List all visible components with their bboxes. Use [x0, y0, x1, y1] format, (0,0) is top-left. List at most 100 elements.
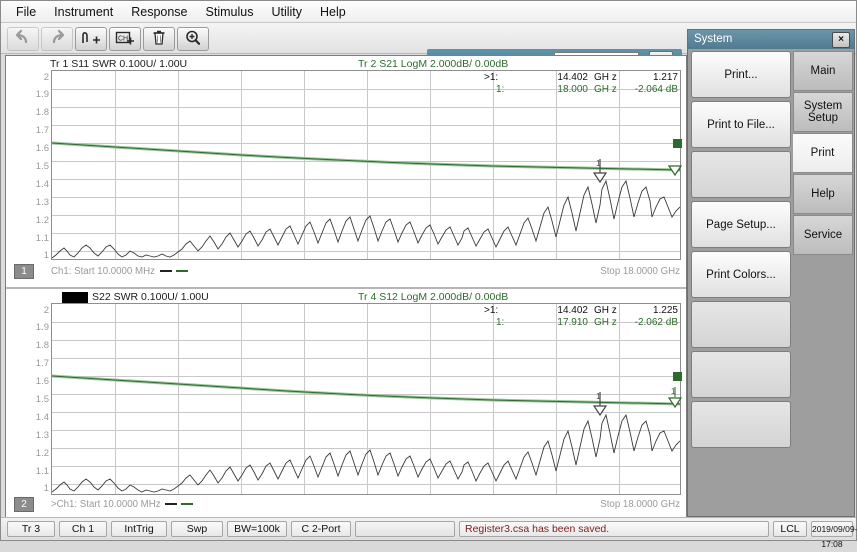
menu-response[interactable]: Response: [122, 3, 196, 21]
trace4-title[interactable]: Tr 4 S12 LogM 2.000dB/ 0.00dB: [358, 291, 508, 303]
add-channel-icon: CH: [110, 29, 140, 47]
softkey-3[interactable]: [691, 151, 791, 198]
channel-badge-upper[interactable]: 1: [14, 264, 34, 279]
menu-help[interactable]: Help: [311, 3, 355, 21]
redo-button[interactable]: [41, 27, 73, 51]
trace-curves-lower: [52, 374, 680, 493]
y-label: 1.3: [35, 430, 49, 441]
magnifier-plus-icon: [178, 29, 208, 47]
svg-text:1: 1: [596, 159, 601, 168]
delete-button[interactable]: [143, 27, 175, 51]
trace2-title[interactable]: Tr 2 S21 LogM 2.000dB/ 0.00dB: [358, 58, 508, 70]
y-label: 1.3: [35, 197, 49, 208]
status-sweep[interactable]: Swp: [171, 521, 223, 537]
status-lcl[interactable]: LCL: [773, 521, 807, 537]
menu-system-setup[interactable]: System Setup: [793, 92, 853, 132]
marker-1-pointer-green-lower[interactable]: 1: [667, 386, 683, 412]
marker-readout-2-lower: 1:: [496, 317, 505, 328]
trace4-reference-marker: [673, 372, 682, 381]
marker-1-pointer-lower[interactable]: 1: [590, 390, 610, 424]
trace2-reference-marker: [673, 139, 682, 148]
vna-application-window: File Instrument Response Stimulus Utilit…: [0, 0, 857, 549]
channel-badge-lower[interactable]: 2: [14, 497, 34, 512]
undo-icon: [8, 29, 38, 47]
trace3-legend-swatch: [165, 503, 178, 506]
y-label: 1.6: [35, 143, 49, 154]
svg-text:CH: CH: [118, 36, 128, 43]
zoom-button[interactable]: [177, 27, 209, 51]
menu-service[interactable]: Service: [793, 215, 853, 255]
status-timestamp: 2019/09/09-17:08: [811, 521, 857, 549]
add-channel-button[interactable]: CH: [109, 27, 141, 51]
system-panel-title: System: [694, 33, 733, 45]
marker-readout-1-upper: >1:: [484, 72, 499, 83]
y-label: 1.2: [35, 448, 49, 459]
y-label: 2: [43, 72, 49, 83]
menu-bar: File Instrument Response Stimulus Utilit…: [1, 1, 856, 23]
y-label: 1.9: [35, 89, 49, 100]
plot-grid-lower[interactable]: 1 1: [51, 303, 683, 495]
trace-curves-upper: [52, 141, 680, 259]
redo-icon: [42, 29, 72, 47]
add-trace-button[interactable]: [75, 27, 107, 51]
y-label: 1.2: [35, 215, 49, 226]
chart-panel-upper[interactable]: Tr 1 S11 SWR 0.100U/ 1.00U Tr 2 S21 LogM…: [6, 56, 686, 287]
page-setup-softkey[interactable]: Page Setup...: [691, 201, 791, 248]
start-label-upper: Ch1: Start 10.0000 MHz: [51, 266, 155, 277]
print-softkey[interactable]: Print...: [691, 51, 791, 98]
undo-button[interactable]: [7, 27, 39, 51]
y-label: 1.5: [35, 394, 49, 405]
trace1-title[interactable]: Tr 1 S11 SWR 0.100U/ 1.00U: [50, 58, 187, 70]
menu-help[interactable]: Help: [793, 174, 853, 214]
status-cal[interactable]: C 2-Port: [291, 521, 351, 537]
svg-text:1: 1: [671, 387, 676, 396]
trace3-selected-block: [62, 292, 88, 303]
marker-readout-1-value-lower: 1.225: [652, 305, 678, 316]
status-spacer: [355, 521, 455, 537]
print-to-file-softkey[interactable]: Print to File...: [691, 101, 791, 148]
marker-readout-2-upper: 1:: [496, 84, 505, 95]
print-colors-softkey[interactable]: Print Colors...: [691, 251, 791, 298]
marker-readout-1-lower: >1:: [484, 305, 499, 316]
softkey-8[interactable]: [691, 401, 791, 448]
marker-readout-2-freq-lower: 17.910: [557, 317, 588, 328]
trash-icon: [144, 29, 174, 47]
y-label: 1.4: [35, 179, 49, 190]
softkey-6[interactable]: [691, 301, 791, 348]
status-trace[interactable]: Tr 3: [7, 521, 55, 537]
menu-utility[interactable]: Utility: [262, 3, 311, 21]
menu-print[interactable]: Print: [793, 133, 853, 173]
y-label: 1.1: [35, 466, 49, 477]
y-label: 1.9: [35, 322, 49, 333]
menu-stimulus[interactable]: Stimulus: [197, 3, 263, 21]
menu-blank: [793, 256, 853, 296]
plot-grid-upper[interactable]: 1: [51, 70, 682, 260]
marker-readout-2-value-upper: -2.064 dB: [634, 84, 678, 95]
softkey-7[interactable]: [691, 351, 791, 398]
status-message: Register3.csa has been saved.: [459, 521, 769, 537]
chart-panel-lower[interactable]: S22 SWR 0.100U/ 1.00U Tr 4 S12 LogM 2.00…: [6, 287, 686, 516]
trace3-title[interactable]: S22 SWR 0.100U/ 1.00U: [92, 291, 209, 303]
menu-file[interactable]: File: [7, 3, 45, 21]
marker-1-pointer-green-upper[interactable]: [668, 163, 682, 177]
status-bar: Tr 3 Ch 1 IntTrig Swp BW=100k C 2-Port R…: [1, 517, 857, 549]
stop-label-lower: Stop 18.0000 GHz: [600, 499, 680, 510]
close-icon[interactable]: ×: [832, 32, 850, 48]
y-label: 1.7: [35, 125, 49, 136]
trace4-legend-swatch: [181, 503, 194, 506]
graph-area: Tr 1 S11 SWR 0.100U/ 1.00U Tr 2 S21 LogM…: [5, 55, 687, 519]
menu-main[interactable]: Main: [793, 51, 853, 91]
marker-1-pointer-upper[interactable]: 1: [590, 157, 610, 191]
status-trigger[interactable]: IntTrig: [111, 521, 167, 537]
status-channel[interactable]: Ch 1: [59, 521, 107, 537]
marker-readout-2-freq-upper: 18.000: [557, 84, 588, 95]
sweep-range-upper: Ch1: Start 10.0000 MHz Stop 18.0000 GHz: [51, 266, 680, 277]
marker-readout-1-value-upper: 1.217: [652, 72, 678, 83]
menu-instrument[interactable]: Instrument: [45, 3, 122, 21]
svg-text:1: 1: [596, 392, 601, 401]
y-label: 2: [43, 305, 49, 316]
status-bandwidth[interactable]: BW=100k: [227, 521, 287, 537]
system-panel-titlebar: System ×: [688, 30, 854, 49]
softkey-column: Print... Print to File... Page Setup... …: [691, 51, 791, 451]
y-label: 1.8: [35, 340, 49, 351]
